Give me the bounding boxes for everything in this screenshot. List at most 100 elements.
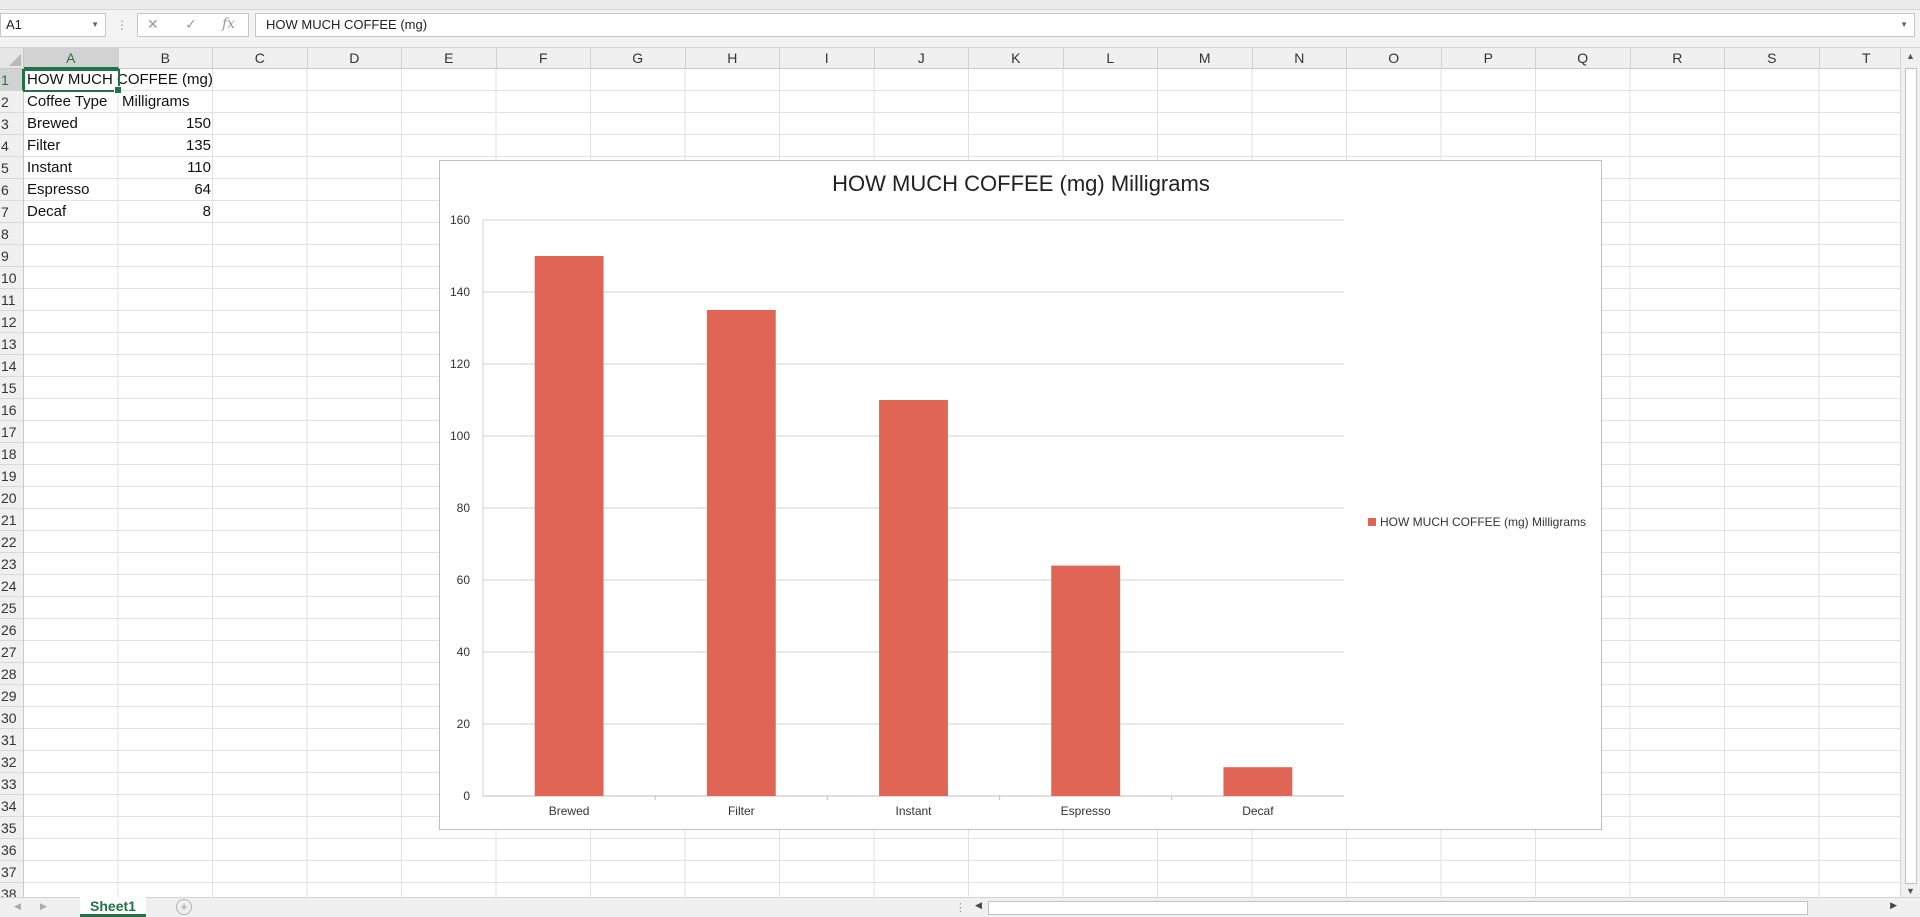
- row-header-32[interactable]: 32: [0, 751, 23, 773]
- legend-label: HOW MUCH COFFEE (mg) Milligrams: [1380, 515, 1586, 529]
- column-header-j[interactable]: J: [875, 48, 969, 69]
- add-sheet-icon[interactable]: +: [176, 899, 192, 915]
- column-header-b[interactable]: B: [119, 48, 213, 69]
- row-header-35[interactable]: 35: [0, 817, 23, 839]
- column-header-r[interactable]: R: [1631, 48, 1725, 69]
- row-header-1[interactable]: 1: [0, 69, 23, 91]
- cell-a4[interactable]: Filter: [24, 135, 119, 157]
- bar-chart[interactable]: HOW MUCH COFFEE (mg) Milligrams 0 20 40 60 80…: [439, 160, 1602, 830]
- horizontal-scrollbar[interactable]: ◀ ▶: [972, 900, 1900, 916]
- cell-b3[interactable]: 150: [119, 113, 214, 135]
- enter-icon[interactable]: ✓: [185, 16, 197, 33]
- x-tick-label: Filter: [728, 804, 755, 818]
- cell-a6[interactable]: Espresso: [24, 179, 119, 201]
- vertical-scroll-thumb[interactable]: [1905, 68, 1917, 884]
- row-header-20[interactable]: 20: [0, 487, 23, 509]
- row-header-6[interactable]: 6: [0, 179, 23, 201]
- tab-scroll-left-icon[interactable]: ◀: [14, 901, 21, 912]
- column-header-d[interactable]: D: [308, 48, 402, 69]
- row-header-29[interactable]: 29: [0, 685, 23, 707]
- scroll-left-icon[interactable]: ◀: [975, 900, 982, 911]
- column-header-e[interactable]: E: [402, 48, 497, 69]
- row-header-11[interactable]: 11: [0, 289, 23, 311]
- column-header-p[interactable]: P: [1442, 48, 1536, 69]
- row-header-25[interactable]: 25: [0, 597, 23, 619]
- chevron-down-icon[interactable]: ▼: [91, 14, 99, 36]
- tab-scroll-right-icon[interactable]: ▶: [40, 901, 47, 912]
- x-tick-label: Espresso: [1061, 804, 1111, 818]
- row-header-28[interactable]: 28: [0, 663, 23, 685]
- column-header-h[interactable]: H: [686, 48, 780, 69]
- more-options-icon[interactable]: ⋮: [116, 18, 128, 32]
- row-header-15[interactable]: 15: [0, 377, 23, 399]
- cell-b5[interactable]: 110: [119, 157, 214, 179]
- row-header-37[interactable]: 37: [0, 861, 23, 883]
- row-header-33[interactable]: 33: [0, 773, 23, 795]
- scroll-down-icon[interactable]: ▼: [1906, 886, 1915, 896]
- cell-b4[interactable]: 135: [119, 135, 214, 157]
- column-header-a[interactable]: A: [24, 48, 119, 69]
- row-header-18[interactable]: 18: [0, 443, 23, 465]
- select-all-button[interactable]: [0, 48, 24, 69]
- sheet-tabs-bar: ◀ ▶ Sheet1 + ⋮ ◀ ▶: [0, 897, 1920, 917]
- row-header-2[interactable]: 2: [0, 91, 23, 113]
- cell-a3[interactable]: Brewed: [24, 113, 119, 135]
- column-header-f[interactable]: F: [497, 48, 591, 69]
- y-tick-label: 160: [450, 213, 470, 227]
- row-header-12[interactable]: 12: [0, 311, 23, 333]
- row-header-23[interactable]: 23: [0, 553, 23, 575]
- row-header-5[interactable]: 5: [0, 157, 23, 179]
- vertical-scrollbar[interactable]: ▲ ▼: [1900, 48, 1920, 899]
- row-header-17[interactable]: 17: [0, 421, 23, 443]
- cell-b2[interactable]: Milligrams: [119, 91, 214, 113]
- column-header-q[interactable]: Q: [1536, 48, 1631, 69]
- formula-text: HOW MUCH COFFEE (mg): [266, 17, 428, 32]
- name-box[interactable]: A1 ▼: [0, 13, 106, 37]
- splitter-handle[interactable]: ⋮: [955, 901, 966, 914]
- row-header-24[interactable]: 24: [0, 575, 23, 597]
- cell-b7[interactable]: 8: [119, 201, 214, 223]
- row-header-34[interactable]: 34: [0, 795, 23, 817]
- tab-sheet1[interactable]: Sheet1: [80, 897, 146, 917]
- cell-b6[interactable]: 64: [119, 179, 214, 201]
- row-header-4[interactable]: 4: [0, 135, 23, 157]
- row-header-9[interactable]: 9: [0, 245, 23, 267]
- scroll-up-icon[interactable]: ▲: [1906, 51, 1915, 61]
- column-header-c[interactable]: C: [213, 48, 308, 69]
- column-headers: ABCDEFGHIJKLMNOPQRST: [24, 48, 1914, 69]
- column-header-m[interactable]: M: [1158, 48, 1253, 69]
- formula-input[interactable]: HOW MUCH COFFEE (mg) ▼: [255, 13, 1915, 37]
- y-tick-label: 140: [450, 285, 470, 299]
- row-header-8[interactable]: 8: [0, 223, 23, 245]
- column-header-o[interactable]: O: [1347, 48, 1442, 69]
- row-header-3[interactable]: 3: [0, 113, 23, 135]
- cell-a5[interactable]: Instant: [24, 157, 119, 179]
- row-header-31[interactable]: 31: [0, 729, 23, 751]
- column-header-n[interactable]: N: [1253, 48, 1347, 69]
- column-header-l[interactable]: L: [1064, 48, 1158, 69]
- expand-formula-icon[interactable]: ▼: [1900, 14, 1908, 36]
- row-header-21[interactable]: 21: [0, 509, 23, 531]
- row-header-26[interactable]: 26: [0, 619, 23, 641]
- scroll-right-icon[interactable]: ▶: [1890, 900, 1897, 911]
- cell-a2[interactable]: Coffee Type: [24, 91, 119, 113]
- column-header-s[interactable]: S: [1725, 48, 1820, 69]
- horizontal-scroll-thumb[interactable]: [988, 901, 1808, 915]
- row-header-19[interactable]: 19: [0, 465, 23, 487]
- insert-function-icon[interactable]: fx: [222, 16, 235, 32]
- cell-a7[interactable]: Decaf: [24, 201, 119, 223]
- row-header-30[interactable]: 30: [0, 707, 23, 729]
- column-header-k[interactable]: K: [969, 48, 1064, 69]
- row-header-13[interactable]: 13: [0, 333, 23, 355]
- row-header-16[interactable]: 16: [0, 399, 23, 421]
- row-header-22[interactable]: 22: [0, 531, 23, 553]
- name-box-value: A1: [6, 17, 22, 32]
- row-header-14[interactable]: 14: [0, 355, 23, 377]
- column-header-g[interactable]: G: [591, 48, 686, 69]
- cancel-icon[interactable]: ✕: [147, 16, 159, 33]
- row-header-10[interactable]: 10: [0, 267, 23, 289]
- column-header-i[interactable]: I: [780, 48, 875, 69]
- row-header-36[interactable]: 36: [0, 839, 23, 861]
- row-header-7[interactable]: 7: [0, 201, 23, 223]
- row-header-27[interactable]: 27: [0, 641, 23, 663]
